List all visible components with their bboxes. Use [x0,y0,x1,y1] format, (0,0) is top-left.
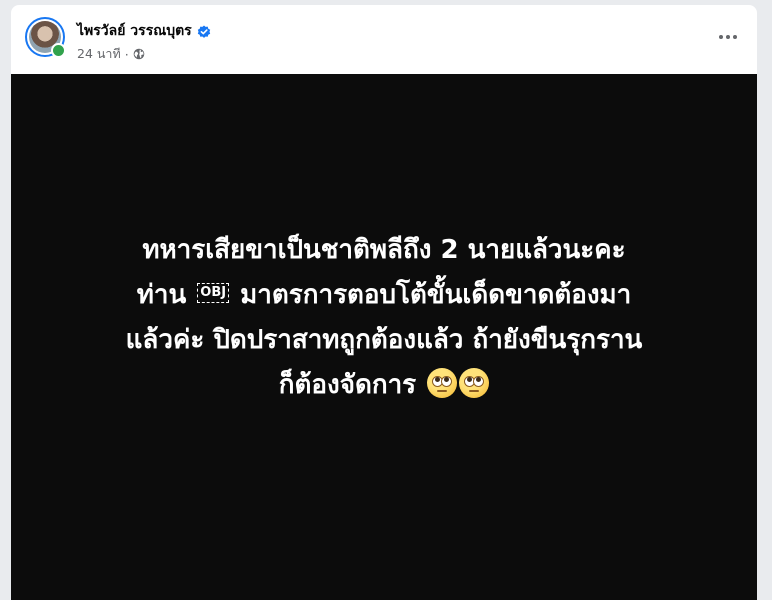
image-text-line-3: แล้วค่ะ ปิดปราสาทถูกต้องแล้ว ถ้ายังขืนรุ… [125,325,643,355]
post-meta: 24 นาที · [77,44,145,64]
rolling-eyes-emoji-icon [427,367,458,398]
more-options-button[interactable] [713,22,743,52]
more-options-icon [719,35,723,39]
globe-icon[interactable] [133,48,145,60]
post-header: ไพรวัลย์ วรรณบุตร 24 นาที · [11,5,757,74]
more-dot [733,35,737,39]
meta-separator: · [124,46,129,62]
author-row: ไพรวัลย์ วรรณบุตร [77,20,211,42]
image-text-line-2-start: ท่าน [136,280,187,310]
more-dot [726,35,730,39]
post-image[interactable]: ทหารเสียขาเป็นชาติพลีถึง 2 นายแล้วนะคะ ท… [11,74,757,600]
image-text-line-4: ก็ต้องจัดการ [34,363,734,408]
author-name[interactable]: ไพรวัลย์ วรรณบุตร [77,20,192,42]
online-status-dot [51,43,66,58]
verified-badge-icon [197,24,211,38]
rolling-eyes-emoji-icon [459,367,490,398]
object-placeholder-glyph: OBJ [197,282,230,303]
image-text-line-1: ทหารเสียขาเป็นชาติพลีถึง 2 นายแล้วนะคะ [142,235,626,265]
image-text-line-2-end: มาตรการตอบโต้ขั้นเด็ดขาดต้องมา [240,280,632,310]
author-avatar[interactable] [25,17,66,58]
image-text-line-2: ท่าน OBJ มาตรการตอบโต้ขั้นเด็ดขาดต้องมา [34,273,734,318]
image-text-line-4-text: ก็ต้องจัดการ [278,370,417,400]
post-timestamp[interactable]: 24 นาที [77,44,121,64]
image-text-block: ทหารเสียขาเป็นชาติพลีถึง 2 นายแล้วนะคะ ท… [34,228,734,408]
post-card: ไพรวัลย์ วรรณบุตร 24 นาที · ทหารเสียขาเป… [11,5,757,600]
